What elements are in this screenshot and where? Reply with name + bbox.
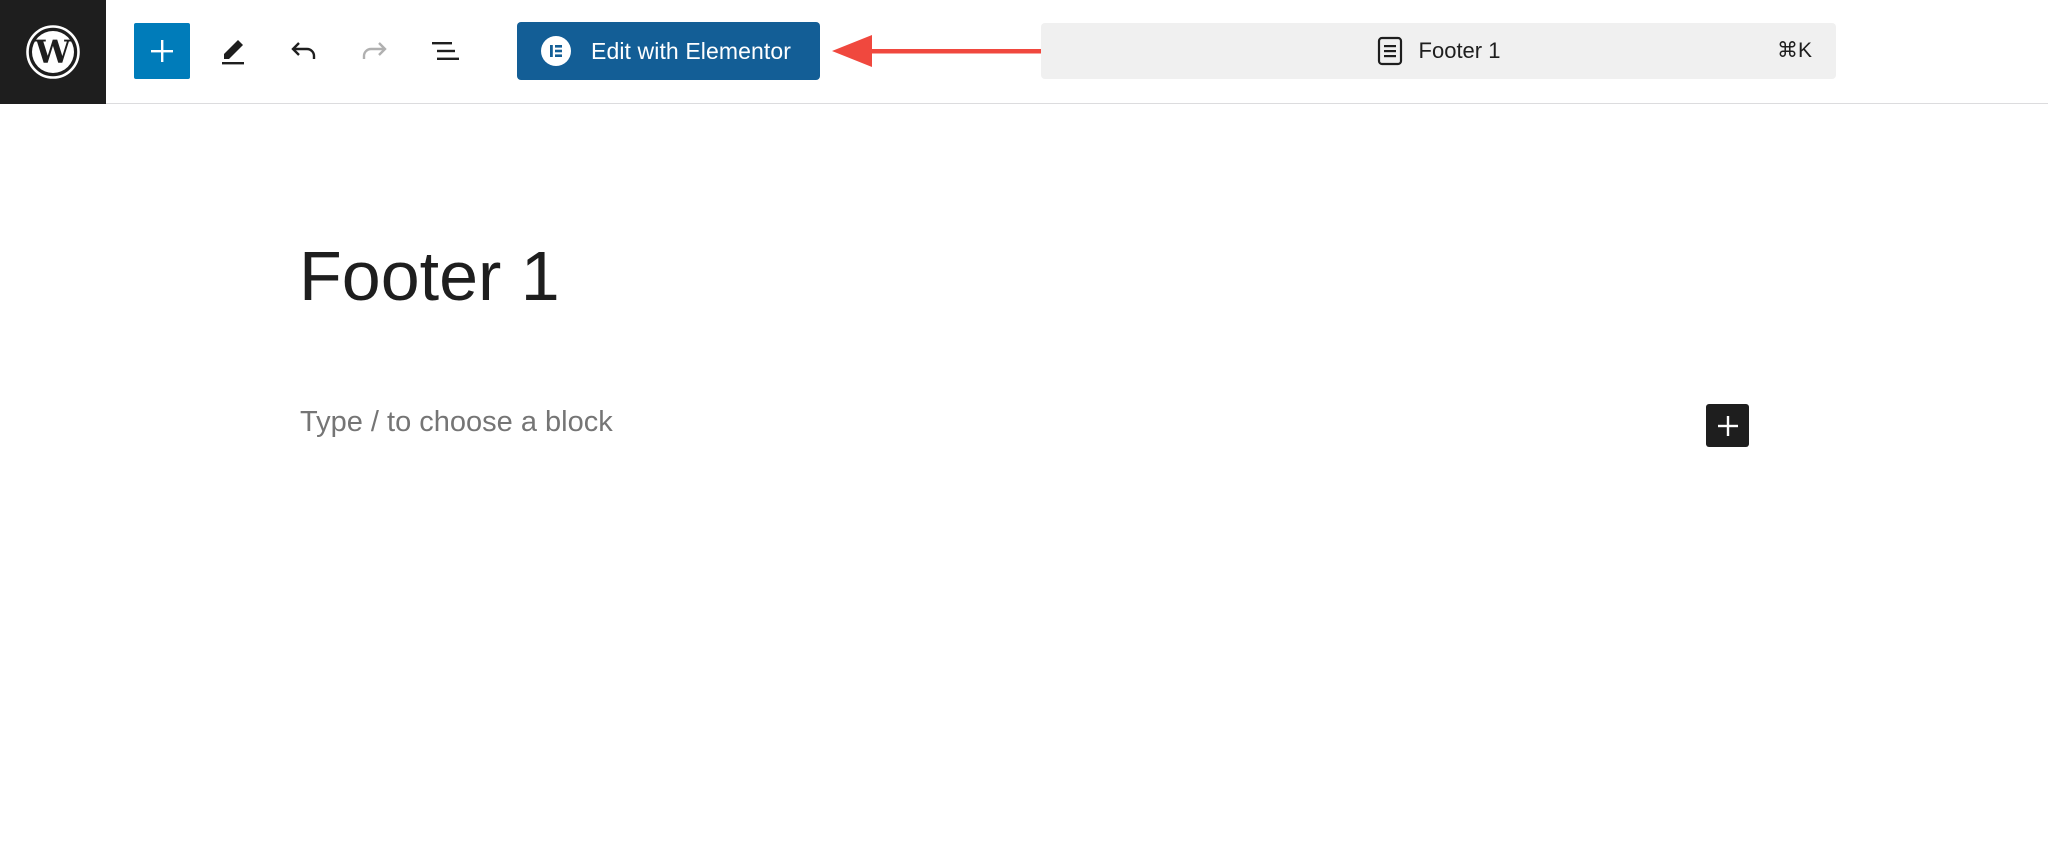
- editor-header: W Edit with Elementor Footer 1 ⌘K: [0, 0, 2048, 104]
- block-placeholder-paragraph[interactable]: Type / to choose a block: [300, 406, 613, 439]
- command-bar-center: Footer 1: [1041, 23, 1836, 79]
- edit-with-elementor-label: Edit with Elementor: [591, 37, 792, 64]
- page-icon: [1377, 36, 1403, 66]
- command-bar-document-title: Footer 1: [1418, 38, 1501, 63]
- editor-canvas: Footer 1 Type / to choose a block: [0, 104, 2048, 858]
- document-overview-button[interactable]: [417, 23, 473, 79]
- block-inserter-button[interactable]: [134, 23, 190, 79]
- command-shortcut: ⌘K: [1776, 39, 1812, 62]
- undo-button[interactable]: [276, 23, 332, 79]
- plus-icon: [151, 40, 173, 62]
- add-block-button[interactable]: [1706, 404, 1749, 447]
- post-title[interactable]: Footer 1: [299, 234, 560, 318]
- svg-text:W: W: [34, 33, 72, 71]
- block-editor-window: W Edit with Elementor Footer 1 ⌘K Footer…: [0, 0, 2048, 858]
- wordpress-logo-button[interactable]: W: [0, 0, 106, 104]
- redo-icon: [362, 42, 387, 59]
- edit-with-elementor-button[interactable]: Edit with Elementor: [517, 22, 820, 80]
- command-palette-bar[interactable]: Footer 1 ⌘K: [1041, 23, 1836, 79]
- wordpress-logo-icon: W: [26, 25, 80, 79]
- pencil-icon: [222, 40, 244, 65]
- tools-button[interactable]: [205, 23, 261, 79]
- redo-button[interactable]: [346, 23, 402, 79]
- plus-icon: [1717, 415, 1738, 436]
- list-view-icon: [432, 42, 459, 60]
- annotation-arrow-icon: [832, 35, 1052, 67]
- undo-icon: [291, 42, 316, 59]
- elementor-icon: [541, 36, 571, 66]
